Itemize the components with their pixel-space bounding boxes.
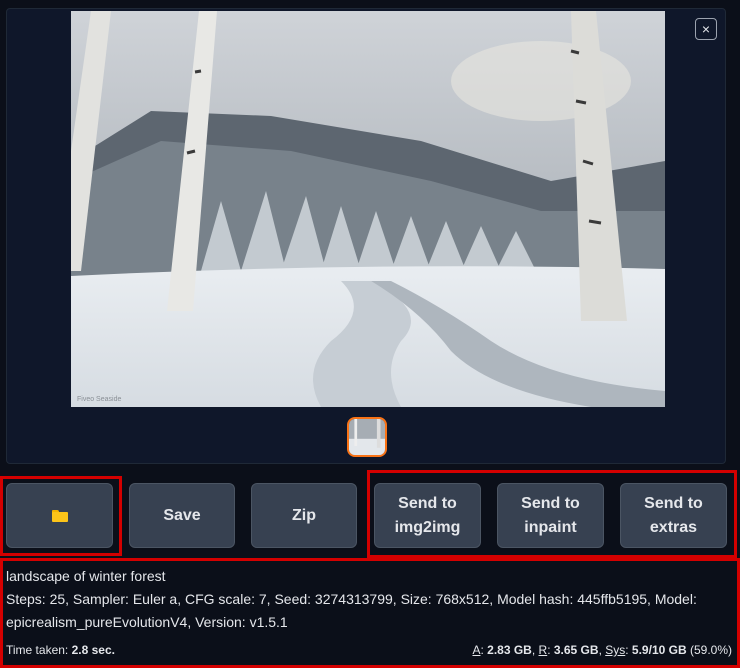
send-to-inpaint-line1: Send to xyxy=(521,494,580,512)
mem-r-value: 3.65 GB xyxy=(553,643,599,657)
watermark-text: Fiveo Seaside xyxy=(77,396,121,403)
time-taken-label: Time taken: xyxy=(6,643,69,657)
send-to-img2img-line1: Send to xyxy=(398,494,457,512)
mem-sys-value: 5.9/10 GB xyxy=(631,643,687,657)
folder-icon xyxy=(51,509,68,522)
close-icon: × xyxy=(701,21,711,37)
send-to-extras-button[interactable]: Send to extras xyxy=(620,483,727,548)
zip-label: Zip xyxy=(292,506,316,524)
time-taken: Time taken: 2.8 sec. xyxy=(6,643,115,657)
mem-sys-percent: (59.0%) xyxy=(689,643,732,657)
send-to-inpaint-button[interactable]: Send to inpaint xyxy=(497,483,604,548)
send-to-img2img-line2: img2img xyxy=(394,518,461,536)
send-to-img2img-button[interactable]: Send to img2img xyxy=(374,483,481,548)
mem-sys-label: Sys xyxy=(605,643,626,657)
mem-a-value: 2.83 GB xyxy=(487,643,532,657)
zip-button[interactable]: Zip xyxy=(251,483,357,548)
save-label: Save xyxy=(163,506,201,524)
send-to-extras-line1: Send to xyxy=(644,494,703,512)
open-folder-button[interactable] xyxy=(6,483,113,548)
close-button[interactable]: × xyxy=(695,18,717,40)
status-bar: Time taken: 2.8 sec. A: 2.83 GB, R: 3.65… xyxy=(6,643,732,657)
memory-stats: A: 2.83 GB, R: 3.65 GB, Sys: 5.9/10 GB (… xyxy=(472,643,732,657)
time-taken-value: 2.8 sec. xyxy=(71,643,115,657)
mem-r-label: R xyxy=(538,643,548,657)
mem-a-label: A xyxy=(472,643,481,657)
send-to-inpaint-line2: inpaint xyxy=(524,518,577,536)
thumbnail-selected[interactable] xyxy=(347,417,387,457)
thumbnail-image xyxy=(349,419,385,455)
winter-forest-image: Fiveo Seaside xyxy=(71,11,665,407)
parameters-text: Steps: 25, Sampler: Euler a, CFG scale: … xyxy=(6,591,697,630)
send-to-extras-line2: extras xyxy=(649,518,698,536)
save-button[interactable]: Save xyxy=(129,483,235,548)
generated-image[interactable]: Fiveo Seaside xyxy=(71,11,665,407)
image-gallery: Fiveo Seaside × xyxy=(6,8,726,464)
prompt-text: landscape of winter forest xyxy=(6,568,166,584)
